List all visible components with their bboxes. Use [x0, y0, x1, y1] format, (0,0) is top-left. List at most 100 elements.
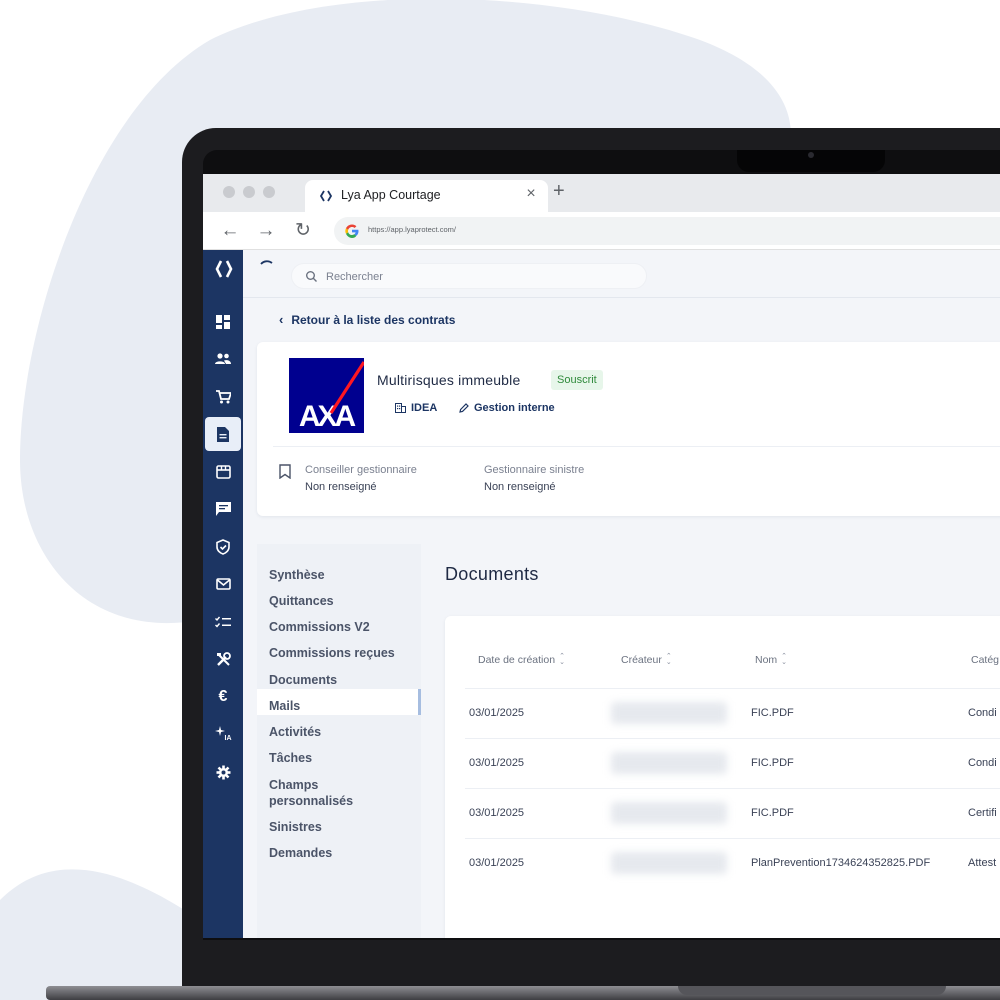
advisor-label: Conseiller gestionnaire	[305, 464, 417, 476]
advisor-value: Non renseigné	[305, 481, 377, 493]
subnav-item-champs-personnalises[interactable]: Champs personnalisés	[269, 777, 389, 809]
laptop-base-notch	[678, 986, 946, 995]
forward-arrow-icon[interactable]: →	[255, 220, 277, 242]
mail-icon	[215, 578, 231, 590]
back-link-label: Retour à la liste des contrats	[291, 312, 456, 327]
people-icon	[215, 353, 231, 364]
subnav-item-quittances[interactable]: Quittances	[269, 594, 334, 608]
google-icon	[345, 224, 359, 238]
sidebar-item-mails[interactable]	[205, 567, 241, 601]
sort-icon[interactable]: ⌃ ⌄	[666, 653, 672, 666]
management-chip[interactable]: Gestion interne	[459, 402, 555, 414]
row-creator-blurred	[611, 752, 727, 774]
row-date: 03/01/2025	[469, 757, 525, 769]
lya-logo-icon[interactable]	[213, 258, 235, 280]
url-text: https://app.lyaprotect.com/	[368, 225, 456, 234]
reload-icon[interactable]: ↻	[292, 220, 314, 242]
sidebar-item-claims[interactable]	[205, 530, 241, 564]
contract-header-card: AXA Multirisques immeuble Souscrit IDEA …	[257, 342, 1000, 516]
sort-icon[interactable]: ⌃ ⌄	[781, 653, 787, 666]
subnav-item-commissions-recues[interactable]: Commissions reçues	[269, 646, 395, 660]
address-bar[interactable]: https://app.lyaprotect.com/	[334, 217, 1000, 245]
sidebar-item-ai[interactable]: IA	[205, 717, 241, 751]
insurer-chip[interactable]: IDEA	[395, 402, 437, 414]
sidebar-item-cart[interactable]	[205, 380, 241, 414]
search-icon	[306, 271, 317, 282]
dashboard-icon	[216, 315, 230, 329]
sidebar-item-tools[interactable]	[205, 642, 241, 676]
subnav-item-sinistres[interactable]: Sinistres	[269, 820, 322, 834]
loading-spinner-icon	[260, 260, 273, 265]
row-name[interactable]: FIC.PDF	[751, 757, 794, 769]
search-input[interactable]	[326, 268, 626, 285]
sidebar-item-messages[interactable]	[205, 492, 241, 526]
sidebar-item-clients[interactable]	[205, 342, 241, 376]
subnav-item-synthese[interactable]: Synthèse	[269, 568, 325, 582]
browser-tabbar: Lya App Courtage × +	[203, 174, 1000, 212]
app-root: € IA ‹ Retour à la liste des	[203, 250, 1000, 938]
back-arrow-icon[interactable]: ←	[219, 220, 241, 242]
laptop-chin	[186, 940, 1000, 988]
subnav-item-commissions-v2[interactable]: Commissions V2	[269, 620, 370, 634]
row-name[interactable]: FIC.PDF	[751, 707, 794, 719]
row-name[interactable]: FIC.PDF	[751, 807, 794, 819]
row-category: Condi	[968, 757, 997, 769]
contract-title: Multirisques immeuble	[377, 372, 521, 388]
documents-table: Date de création ⌃ ⌄ Créateur ⌃ ⌄ Nom ⌃ ⌄ C…	[445, 616, 1000, 938]
tab-title: Lya App Courtage	[341, 188, 441, 202]
pencil-icon	[459, 403, 469, 413]
building-icon	[395, 403, 406, 413]
bookmark-icon[interactable]	[279, 464, 291, 479]
subnav-item-demandes[interactable]: Demandes	[269, 846, 332, 860]
column-header-date-label: Date de création	[478, 654, 556, 666]
row-creator-blurred	[611, 702, 727, 724]
row-name[interactable]: PlanPrevention1734624352825.PDF	[751, 857, 930, 869]
chevron-left-icon: ‹	[279, 312, 284, 327]
row-category: Attest	[968, 857, 997, 869]
sidebar: € IA	[203, 250, 243, 938]
back-to-contracts-link[interactable]: ‹ Retour à la liste des contrats	[279, 312, 455, 327]
close-tab-icon[interactable]: ×	[522, 185, 540, 203]
claims-manager-value: Non renseigné	[484, 481, 556, 493]
sidebar-item-store[interactable]	[205, 455, 241, 489]
window-minimize-dot[interactable]	[243, 186, 255, 198]
column-header-creator-label: Créateur	[621, 654, 662, 666]
sidebar-item-settings[interactable]	[205, 755, 241, 789]
sidebar-item-finance[interactable]: €	[205, 680, 241, 714]
browser-tab[interactable]: Lya App Courtage ×	[305, 180, 548, 212]
new-tab-button[interactable]: +	[553, 180, 565, 203]
sidebar-item-dashboard[interactable]	[205, 305, 241, 339]
browser-toolbar: ← → ↻ https://app.lyaprotect.com/	[203, 212, 1000, 250]
row-divider	[465, 688, 1000, 689]
euro-icon: €	[218, 688, 228, 705]
camera-icon	[808, 152, 814, 158]
management-chip-label: Gestion interne	[474, 402, 555, 414]
lya-favicon-icon	[319, 190, 333, 202]
document-icon	[217, 426, 229, 442]
sort-icon[interactable]: ⌃ ⌄	[559, 653, 565, 666]
tools-icon	[216, 651, 231, 666]
window-close-dot[interactable]	[223, 186, 235, 198]
ai-sparkle-icon	[214, 726, 225, 736]
subnav-item-mails[interactable]: Mails	[269, 699, 300, 713]
column-header-name[interactable]: Nom ⌃ ⌄	[755, 653, 787, 666]
row-divider	[465, 788, 1000, 789]
documents-title: Documents	[445, 564, 539, 584]
search-box[interactable]	[291, 263, 647, 289]
subnav-item-taches[interactable]: Tâches	[269, 751, 312, 765]
subnav-item-activites[interactable]: Activités	[269, 725, 321, 739]
sidebar-item-contracts[interactable]	[205, 417, 241, 451]
sidebar-item-tasks[interactable]	[205, 605, 241, 639]
window-maximize-dot[interactable]	[263, 186, 275, 198]
store-icon	[215, 465, 231, 479]
row-date: 03/01/2025	[469, 707, 525, 719]
marketing-stage: Lya App Courtage × + ← → ↻ https://app.l…	[0, 0, 1000, 1000]
card-divider	[273, 446, 1000, 447]
column-header-category[interactable]: Catég	[971, 654, 999, 666]
row-divider	[465, 738, 1000, 739]
subnav-item-documents[interactable]: Documents	[269, 673, 337, 687]
ai-label: IA	[224, 734, 232, 742]
column-header-creator[interactable]: Créateur ⌃ ⌄	[621, 653, 672, 666]
column-header-date[interactable]: Date de création ⌃ ⌄	[478, 653, 565, 666]
claims-manager-label: Gestionnaire sinistre	[484, 464, 585, 476]
